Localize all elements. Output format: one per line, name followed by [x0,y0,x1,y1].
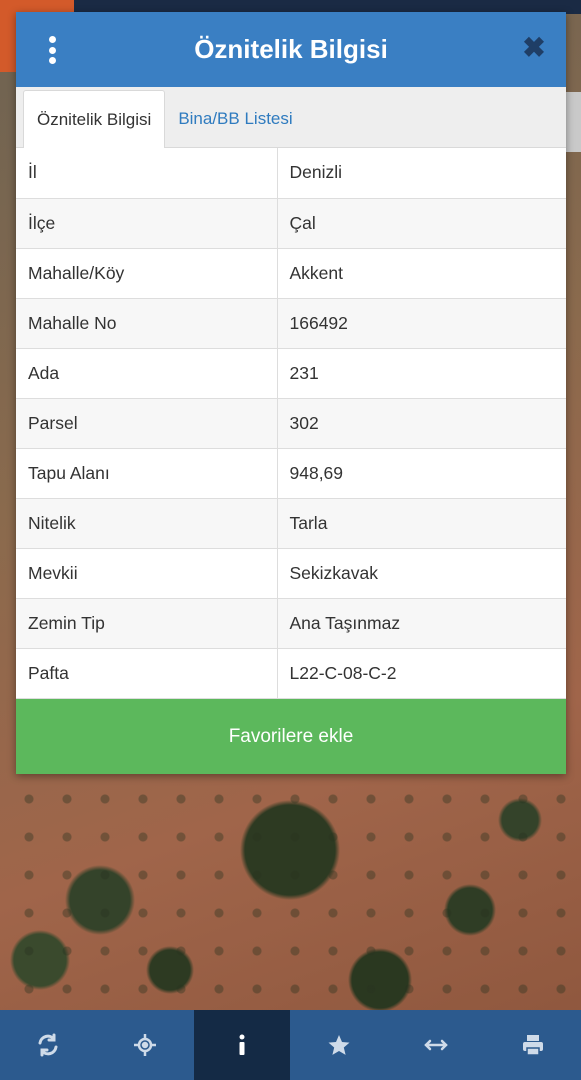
attribute-row: Mevkii Sekizkavak [16,548,566,599]
attribute-row: Ada 231 [16,348,566,399]
attribute-value: Ana Taşınmaz [277,598,566,649]
attribute-row: Pafta L22-C-08-C-2 [16,648,566,699]
attribute-value: 231 [277,348,566,399]
attribute-row: İl Denizli [16,148,566,199]
print-icon[interactable] [484,1010,581,1080]
attribute-value: Akkent [277,248,566,299]
map-side-panel-edge [565,92,581,152]
locate-icon[interactable] [97,1010,194,1080]
info-icon[interactable] [193,1010,291,1080]
bottom-toolbar [0,1010,581,1080]
attribute-row: Mahalle No 166492 [16,298,566,349]
close-icon[interactable]: ✖ [520,34,548,62]
attribute-table: İl Denizli İlçe Çal Mahalle/Köy Akkent Mahalle… [16,148,566,699]
attribute-value: Denizli [277,148,566,199]
measure-icon[interactable] [387,1010,484,1080]
refresh-icon[interactable] [0,1010,97,1080]
attribute-row: Zemin Tip Ana Taşınmaz [16,598,566,649]
attribute-value: 302 [277,398,566,449]
attribute-row: Parsel 302 [16,398,566,449]
attribute-value: 948,69 [277,448,566,499]
attribute-key: İlçe [16,198,278,249]
attribute-key: Tapu Alanı [16,448,278,499]
add-favorite-button[interactable]: Favorilere ekle [16,699,566,774]
dialog-title: Öznitelik Bilgisi [194,34,388,64]
attribute-key: Mahalle/Köy [16,248,278,299]
attribute-key: Pafta [16,648,278,699]
dialog-header: Öznitelik Bilgisi ✖ [16,12,566,87]
attribute-row: İlçe Çal [16,198,566,249]
attribute-key: İl [16,148,278,199]
attribute-key: Zemin Tip [16,598,278,649]
attribute-key: Ada [16,348,278,399]
attribute-key: Parsel [16,398,278,449]
tab-attribute-info[interactable]: Öznitelik Bilgisi [23,90,166,148]
attribute-key: Nitelik [16,498,278,549]
tab-building-list[interactable]: Bina/BB Listesi [165,90,305,147]
attribute-dialog: Öznitelik Bilgisi ✖ Öznitelik Bilgisi Bi… [16,12,566,774]
attribute-value: Çal [277,198,566,249]
attribute-row: Nitelik Tarla [16,498,566,549]
attribute-key: Mahalle No [16,298,278,349]
attribute-value: 166492 [277,298,566,349]
tab-bar: Öznitelik Bilgisi Bina/BB Listesi [16,87,566,148]
attribute-key: Mevkii [16,548,278,599]
attribute-value: Sekizkavak [277,548,566,599]
attribute-row: Tapu Alanı 948,69 [16,448,566,499]
attribute-value: L22-C-08-C-2 [277,648,566,699]
attribute-value: Tarla [277,498,566,549]
star-icon[interactable] [290,1010,387,1080]
attribute-row: Mahalle/Köy Akkent [16,248,566,299]
more-vertical-icon[interactable] [42,36,62,64]
